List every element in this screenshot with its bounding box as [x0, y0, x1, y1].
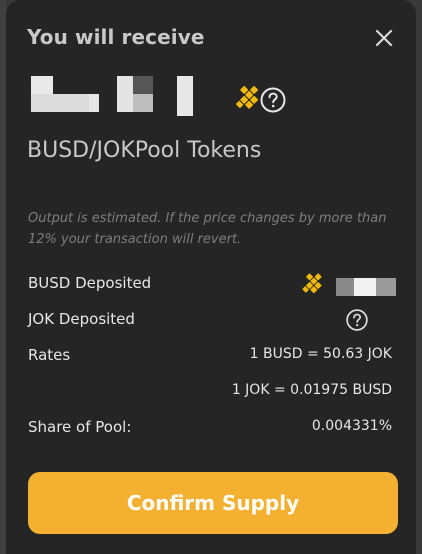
receive-amount-row — [31, 72, 291, 122]
busd-deposited-value — [299, 270, 399, 298]
pool-token-name: BUSD/JOKPool Tokens — [27, 138, 262, 163]
modal-title: You will receive — [27, 25, 205, 49]
rates-label: Rates — [28, 346, 71, 364]
close-icon — [375, 29, 393, 47]
busd-logo-icon — [302, 273, 322, 294]
busd-deposited-label: BUSD Deposited — [28, 274, 152, 292]
busd-logo-icon — [232, 82, 262, 112]
redacted-busd-amount — [336, 278, 396, 296]
confirm-supply-modal: You will receive BUSD/JOKPool Tokens Out… — [6, 0, 416, 554]
rate-busd-value: 1 BUSD = 50.63 JOK — [249, 346, 392, 362]
close-button[interactable] — [370, 24, 398, 52]
share-of-pool-value: 0.004331% — [311, 418, 392, 434]
redacted-amount — [31, 76, 193, 116]
jok-deposited-label: JOK Deposited — [28, 310, 135, 328]
estimate-note: Output is estimated. If the price change… — [28, 211, 387, 247]
share-of-pool-label: Share of Pool: — [28, 418, 132, 436]
question-circle-icon[interactable] — [345, 308, 369, 332]
rate-jok-value: 1 JOK = 0.01975 BUSD — [231, 382, 392, 398]
confirm-supply-button[interactable]: Confirm Supply — [28, 472, 398, 534]
question-circle-icon[interactable] — [259, 86, 287, 114]
